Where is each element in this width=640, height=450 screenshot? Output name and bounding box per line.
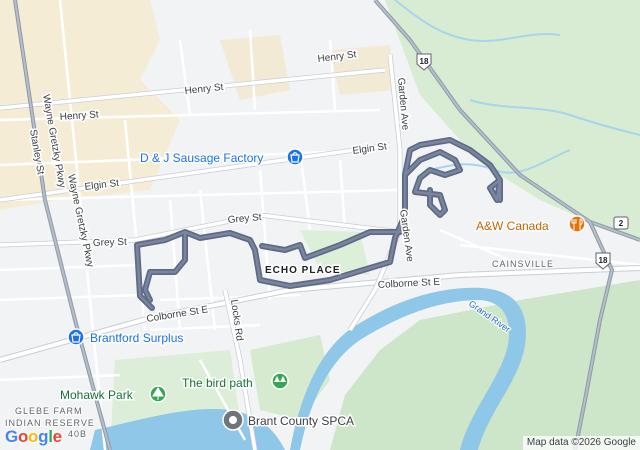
street-label-grey-west: Grey St bbox=[93, 237, 127, 249]
area-label-echo-place: ECHO PLACE bbox=[265, 265, 341, 276]
google-logo: Google bbox=[5, 427, 62, 446]
map-canvas[interactable]: Henry St Henry St Henry St Elgin St Elgi… bbox=[0, 0, 640, 450]
map-view[interactable]: Henry St Henry St Henry St Elgin St Elgi… bbox=[0, 0, 640, 450]
attribution[interactable]: Map data ©2026 Google bbox=[522, 436, 640, 450]
svg-text:18: 18 bbox=[420, 57, 429, 66]
svg-text:18: 18 bbox=[599, 256, 608, 265]
highway-shield-2: 2 bbox=[613, 216, 629, 230]
area-label-reserve-number: 40B bbox=[68, 429, 87, 439]
area-label-glebe-farm: GLEBE FARM bbox=[15, 406, 83, 416]
poi-label-mohawk-park[interactable]: Mohawk Park bbox=[59, 387, 136, 404]
poi-label-dj-sausage-factory[interactable]: D & J Sausage Factory bbox=[139, 150, 265, 167]
poi-label-aw-canada[interactable]: A&W Canada bbox=[475, 218, 551, 235]
restaurant-icon[interactable] bbox=[568, 215, 586, 233]
area-label-cainsville: CAINSVILLE bbox=[492, 259, 554, 269]
poi-label-brant-county-spca[interactable]: Brant County SPCA bbox=[247, 413, 356, 430]
poi-label-bird-path[interactable]: The bird path bbox=[181, 375, 255, 392]
trees-icon[interactable] bbox=[271, 372, 289, 390]
poi-label-brantford-surplus[interactable]: Brantford Surplus bbox=[89, 330, 185, 347]
svg-text:2: 2 bbox=[619, 219, 624, 228]
